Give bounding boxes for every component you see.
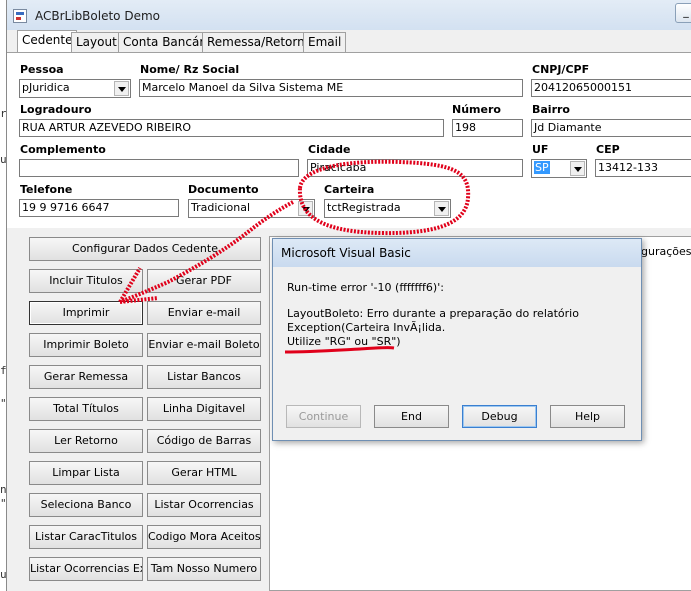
tab-layout[interactable]: Layout bbox=[71, 32, 122, 52]
minimize-button[interactable]: _ bbox=[675, 3, 691, 23]
numero-input[interactable]: 198 bbox=[452, 119, 523, 137]
gerar-html-button[interactable]: Gerar HTML bbox=[147, 461, 261, 485]
end-button[interactable]: End bbox=[374, 405, 449, 428]
chevron-down-icon[interactable] bbox=[434, 201, 449, 216]
pessoa-select[interactable]: pJuridica bbox=[19, 79, 131, 98]
limpar-lista-button[interactable]: Limpar Lista bbox=[29, 461, 143, 485]
chevron-down-icon[interactable] bbox=[570, 161, 585, 176]
debug-button[interactable]: Debug bbox=[462, 405, 537, 428]
uf-label: UF bbox=[532, 143, 549, 156]
bairro-label: Bairro bbox=[532, 103, 570, 116]
cedente-panel: Pessoa pJuridica Nome/ Rz Social Marcelo… bbox=[7, 52, 691, 228]
telefone-input[interactable]: 19 9 9716 6647 bbox=[19, 199, 179, 217]
app-icon bbox=[13, 9, 27, 23]
error-message-line: Utilize "RG" ou "SR") bbox=[287, 335, 401, 348]
error-message-line: LayoutBoleto: Erro durante a preparação … bbox=[287, 307, 579, 320]
codigo-mora-aceitos-button[interactable]: Codigo Mora Aceitos bbox=[147, 525, 261, 549]
window-title: ACBrLibBoleto Demo bbox=[35, 9, 160, 23]
complemento-label: Complemento bbox=[20, 143, 106, 156]
tab-configuracoes[interactable]: gurações bbox=[641, 245, 691, 258]
documento-select[interactable]: Tradicional bbox=[188, 199, 315, 218]
seleciona-banco-button[interactable]: Seleciona Banco bbox=[29, 493, 143, 517]
uf-value: SP bbox=[534, 161, 550, 174]
tab-cedente[interactable]: Cedente bbox=[17, 30, 78, 52]
chevron-down-icon[interactable] bbox=[298, 201, 313, 216]
dialog-title: Microsoft Visual Basic bbox=[273, 239, 641, 267]
ler-retorno-button[interactable]: Ler Retorno bbox=[29, 429, 143, 453]
bairro-input[interactable]: Jd Diamante bbox=[531, 119, 691, 137]
enviar-email-boleto-button[interactable]: Enviar e-mail Boleto bbox=[147, 333, 261, 357]
gerar-remessa-button[interactable]: Gerar Remessa bbox=[29, 365, 143, 389]
codigo-de-barras-button[interactable]: Código de Barras bbox=[147, 429, 261, 453]
linha-digitavel-button[interactable]: Linha Digitavel bbox=[147, 397, 261, 421]
cep-input[interactable]: 13412-133 bbox=[595, 159, 691, 177]
carteira-label: Carteira bbox=[324, 183, 375, 196]
error-code-text: Run-time error '-10 (fffffff6)': bbox=[287, 281, 444, 294]
title-bar: ACBrLibBoleto Demo _ bbox=[7, 0, 691, 30]
tam-nosso-numero-button[interactable]: Tam Nosso Numero bbox=[147, 557, 261, 581]
error-dialog: Microsoft Visual Basic Run-time error '-… bbox=[272, 238, 642, 441]
listar-bancos-button[interactable]: Listar Bancos bbox=[147, 365, 261, 389]
error-message-line: Exception(Carteira InvÃ¡lida. bbox=[287, 321, 446, 334]
documento-label: Documento bbox=[188, 183, 259, 196]
carteira-value: tctRegistrada bbox=[327, 201, 401, 214]
continue-button[interactable]: Continue bbox=[286, 405, 361, 428]
cidade-input[interactable]: Piracicaba bbox=[307, 159, 523, 177]
listar-caractitulos-button[interactable]: Listar CaracTitulos bbox=[29, 525, 143, 549]
cep-label: CEP bbox=[596, 143, 620, 156]
incluir-titulos-button[interactable]: Incluir Titulos bbox=[29, 269, 143, 293]
cidade-label: Cidade bbox=[308, 143, 351, 156]
gerar-pdf-button[interactable]: Gerar PDF bbox=[147, 269, 261, 293]
imprimir-boleto-button[interactable]: Imprimir Boleto bbox=[29, 333, 143, 357]
imprimir-button[interactable]: Imprimir bbox=[29, 301, 143, 325]
complemento-input[interactable] bbox=[19, 159, 299, 177]
nome-label: Nome/ Rz Social bbox=[140, 63, 240, 76]
tab-strip: Cedente Layout Conta Bancária Remessa/Re… bbox=[7, 30, 691, 52]
logradouro-input[interactable]: RUA ARTUR AZEVEDO RIBEIRO bbox=[19, 119, 444, 137]
numero-label: Número bbox=[452, 103, 501, 116]
total-titulos-button[interactable]: Total Títulos bbox=[29, 397, 143, 421]
help-button[interactable]: Help bbox=[550, 405, 625, 428]
telefone-label: Telefone bbox=[20, 183, 73, 196]
listar-ocorrencias-button[interactable]: Listar Ocorrencias bbox=[147, 493, 261, 517]
carteira-select[interactable]: tctRegistrada bbox=[324, 199, 451, 218]
cnpj-input[interactable]: 20412065000151 bbox=[531, 79, 691, 97]
enviar-email-button[interactable]: Enviar e-mail bbox=[147, 301, 261, 325]
pessoa-label: Pessoa bbox=[20, 63, 64, 76]
nome-input[interactable]: Marcelo Manoel da Silva Sistema ME bbox=[139, 79, 523, 97]
cnpj-label: CNPJ/CPF bbox=[532, 63, 590, 76]
chevron-down-icon[interactable] bbox=[114, 81, 129, 96]
tab-email[interactable]: Email bbox=[303, 32, 347, 52]
documento-value: Tradicional bbox=[191, 201, 251, 214]
listar-ocorrencias-ex-button[interactable]: Listar Ocorrencias Ex bbox=[29, 557, 143, 581]
logradouro-label: Logradouro bbox=[20, 103, 92, 116]
uf-select[interactable]: SP bbox=[531, 159, 587, 178]
tab-remessa-retorno[interactable]: Remessa/Retorno bbox=[202, 32, 318, 52]
configurar-dados-cedente-button[interactable]: Configurar Dados Cedente bbox=[29, 237, 261, 261]
pessoa-value: pJuridica bbox=[22, 81, 70, 94]
